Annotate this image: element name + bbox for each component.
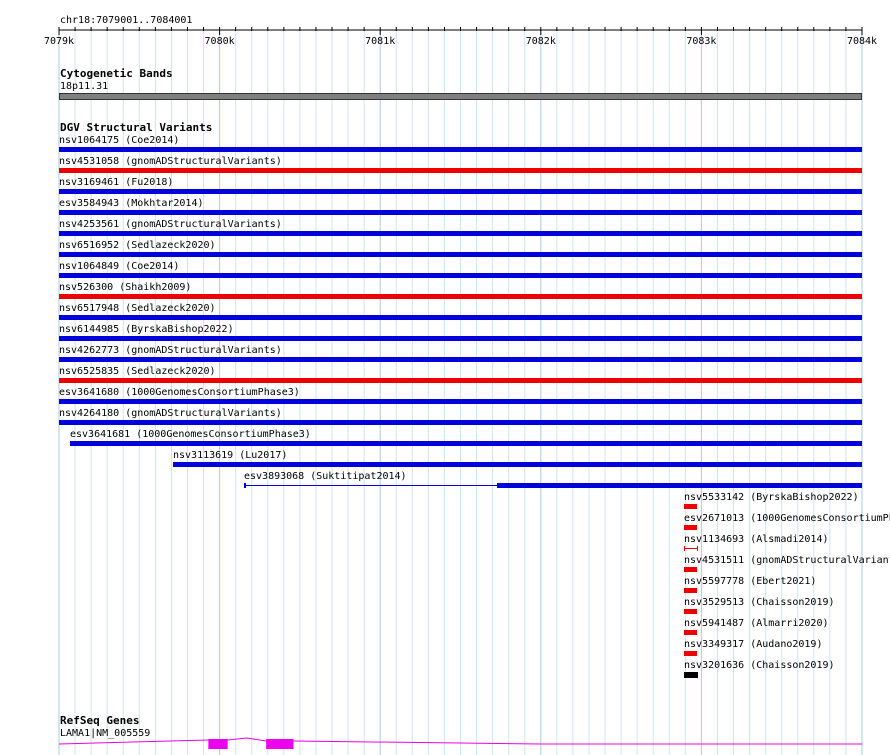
- gene-label[interactable]: LAMA1|NM_005559: [60, 728, 150, 739]
- sv-feature-bar[interactable]: [497, 483, 862, 488]
- sv-feature-bar[interactable]: [683, 651, 697, 656]
- sv-feature-thin-line[interactable]: [243, 485, 498, 486]
- sv-feature-bar[interactable]: [683, 630, 697, 635]
- sv-feature-interval[interactable]: [683, 548, 699, 549]
- dgv-track-title: DGV Structural Variants: [60, 121, 213, 134]
- sv-feature-bar[interactable]: [59, 294, 862, 299]
- sv-feature-label[interactable]: esv3641681 (1000GenomesConsortiumPhase3): [70, 429, 311, 440]
- sv-feature-label[interactable]: esv3584943 (Mokhtar2014): [59, 198, 204, 209]
- sv-feature-label[interactable]: nsv3169461 (Fu2018): [59, 177, 173, 188]
- sv-feature-bar[interactable]: [683, 504, 697, 509]
- sv-feature-label[interactable]: nsv4531511 (gnomADStructuralVariants): [684, 555, 890, 566]
- sv-feature-bar[interactable]: [683, 609, 697, 614]
- sv-feature-bar[interactable]: [683, 525, 697, 530]
- sv-feature-label[interactable]: nsv4253561 (gnomADStructuralVariants): [59, 219, 282, 230]
- ruler-tick-label: 7084k: [847, 36, 877, 47]
- sv-feature-bar[interactable]: [59, 147, 862, 152]
- refseq-track-title: RefSeq Genes: [60, 714, 140, 727]
- sv-feature-label[interactable]: nsv3349317 (Audano2019): [684, 639, 822, 650]
- sv-feature-label[interactable]: nsv3201636 (Chaisson2019): [684, 660, 835, 671]
- sv-feature-endcap: [683, 546, 685, 551]
- sv-feature-bar[interactable]: [59, 210, 862, 215]
- sv-feature-bar[interactable]: [683, 588, 697, 593]
- ruler-tick-label: 7080k: [205, 36, 235, 47]
- sv-feature-bar[interactable]: [59, 357, 862, 362]
- sv-feature-label[interactable]: nsv6525835 (Sedlazeck2020): [59, 366, 216, 377]
- sv-feature-bar[interactable]: [59, 252, 862, 257]
- cytoband-bar[interactable]: [59, 93, 862, 100]
- sv-feature-bar[interactable]: [59, 420, 862, 425]
- sv-feature-label[interactable]: esv3641680 (1000GenomesConsortiumPhase3): [59, 387, 300, 398]
- sv-feature-label[interactable]: nsv4531058 (gnomADStructuralVariants): [59, 156, 282, 167]
- sv-feature-bar[interactable]: [59, 231, 862, 236]
- sv-feature-label[interactable]: nsv5597778 (Ebert2021): [684, 576, 816, 587]
- ruler-tick-label: 7082k: [526, 36, 556, 47]
- ruler-tick-label: 7083k: [686, 36, 716, 47]
- sv-feature-bar[interactable]: [59, 273, 862, 278]
- sv-feature-endcap: [697, 546, 699, 551]
- sv-feature-label[interactable]: nsv6517948 (Sedlazeck2020): [59, 303, 216, 314]
- sv-feature-bar[interactable]: [173, 462, 862, 467]
- sv-feature-label[interactable]: esv3893068 (Suktitipat2014): [244, 471, 407, 482]
- ruler-tick-label: 7079k: [44, 36, 74, 47]
- sv-feature-label[interactable]: nsv6144985 (ByrskaBishop2022): [59, 324, 234, 335]
- sv-feature-label[interactable]: nsv4262773 (gnomADStructuralVariants): [59, 345, 282, 356]
- sv-feature-bar[interactable]: [59, 315, 862, 320]
- sv-feature-bar[interactable]: [59, 336, 862, 341]
- sv-feature-label[interactable]: nsv4264180 (gnomADStructuralVariants): [59, 408, 282, 419]
- sv-feature-label[interactable]: nsv1064175 (Coe2014): [59, 135, 179, 146]
- sv-feature-endcap: [243, 483, 246, 488]
- sv-feature-label[interactable]: nsv1134693 (Alsmadi2014): [684, 534, 829, 545]
- sv-feature-bar[interactable]: [59, 168, 862, 173]
- sv-feature-label[interactable]: esv2671013 (1000GenomesConsortiumPhase3): [684, 513, 890, 524]
- sv-feature-bar[interactable]: [59, 189, 862, 194]
- sv-feature-label[interactable]: nsv5941487 (Almarri2020): [684, 618, 829, 629]
- sv-feature-label[interactable]: nsv1064849 (Coe2014): [59, 261, 179, 272]
- sv-feature-bar[interactable]: [70, 441, 862, 446]
- sv-feature-label[interactable]: nsv3113619 (Lu2017): [173, 450, 287, 461]
- sv-feature-label[interactable]: nsv5533142 (ByrskaBishop2022): [684, 492, 859, 503]
- ruler-tick-label: 7081k: [365, 36, 395, 47]
- sv-feature-label[interactable]: nsv526300 (Shaikh2009): [59, 282, 191, 293]
- sv-feature-label[interactable]: nsv3529513 (Chaisson2019): [684, 597, 835, 608]
- coordinate-ruler: 7079k 7080k 7081k 7082k 7083k 7084k: [44, 27, 877, 47]
- sv-feature-bar[interactable]: [683, 567, 697, 572]
- sv-feature-bar[interactable]: [59, 378, 862, 383]
- sv-feature-label[interactable]: nsv6516952 (Sedlazeck2020): [59, 240, 216, 251]
- sv-feature-bar[interactable]: [59, 399, 862, 404]
- cytoband-label: 18p11.31: [60, 81, 109, 92]
- cytoband-track-title: Cytogenetic Bands: [60, 67, 173, 80]
- sv-feature-bar[interactable]: [683, 672, 699, 678]
